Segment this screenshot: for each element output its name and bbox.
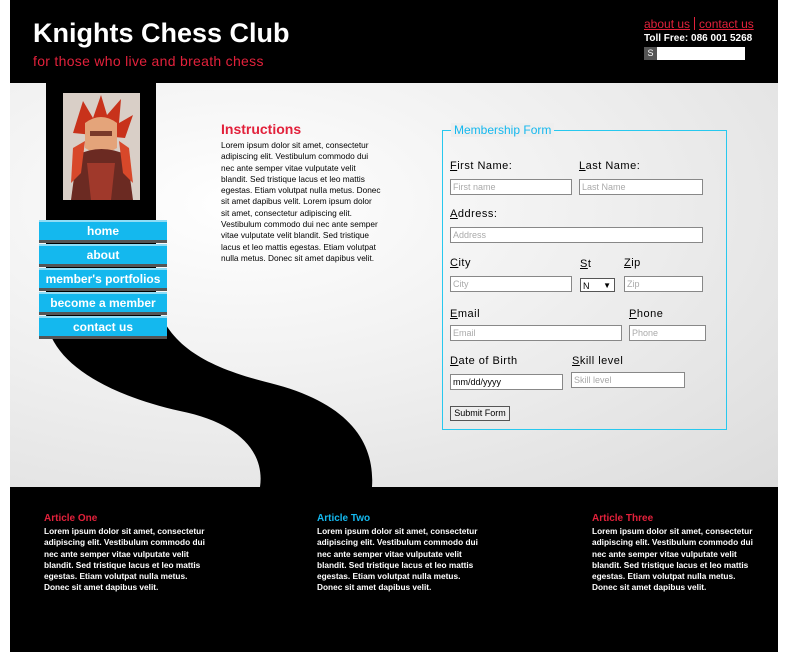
city-label: City [450,257,471,269]
nav-item-contact[interactable]: contact us [39,316,167,339]
article-two: Article Two Lorem ipsum dolor sit amet, … [317,513,482,594]
instructions-title: Instructions [221,121,302,137]
article-body: Lorem ipsum dolor sit amet, consectetur … [317,526,478,593]
state-label: St [580,258,592,270]
skill-level-field[interactable]: Skill level [571,372,685,388]
chevron-down-icon: ▼ [603,281,611,290]
article-title[interactable]: Article Three [592,513,757,524]
skill-level-label: Skill level [572,355,624,367]
state-select[interactable]: N ▼ [580,278,615,292]
avatar-frame [46,83,156,223]
zip-field[interactable]: Zip [624,276,703,292]
about-us-link[interactable]: about us [644,17,690,31]
site-title: Knights Chess Club [33,18,290,48]
article-body: Lorem ipsum dolor sit amet, consectetur … [592,526,753,593]
article-title[interactable]: Article Two [317,513,482,524]
nav-item-portfolios[interactable]: member's portfolios [39,268,167,291]
membership-form: Membership Form First Name: First name L… [442,123,727,430]
address-field[interactable]: Address [450,227,703,243]
toll-free-number: Toll Free: 086 001 5268 [644,33,753,44]
instructions-body: Lorem ipsum dolor sit amet, consectetur … [221,140,381,263]
form-legend: Membership Form [451,123,555,137]
nav-item-become-member[interactable]: become a member [39,292,167,315]
phone-field[interactable]: Phone [629,325,706,341]
search-button[interactable]: S [644,47,657,60]
dob-label: Date of Birth [450,355,518,367]
knight-avatar-image [63,93,140,200]
contact-us-link[interactable]: contact us [699,17,754,31]
article-three: Article Three Lorem ipsum dolor sit amet… [592,513,757,594]
search-input[interactable]: S [644,47,745,60]
last-name-field[interactable]: Last Name [579,179,703,195]
last-name-label: Last Name: [579,160,641,172]
email-field[interactable]: Email [450,325,622,341]
dob-field[interactable]: mm/dd/yyyy [450,374,563,390]
address-label: Address: [450,208,498,220]
footer: Article One Lorem ipsum dolor sit amet, … [10,487,778,652]
top-links: about us contact us [644,17,754,31]
article-title[interactable]: Article One [44,513,209,524]
main-content: home about member's portfolios become a … [10,83,778,487]
tagline: for those who live and breath chess [33,53,264,69]
first-name-label: First Name: [450,160,513,172]
header: Knights Chess Club for those who live an… [10,0,778,83]
city-field[interactable]: City [450,276,572,292]
email-label: Email [450,308,481,320]
main-nav: home about member's portfolios become a … [39,220,167,340]
submit-button[interactable]: Submit Form [450,406,510,421]
article-one: Article One Lorem ipsum dolor sit amet, … [44,513,209,594]
page: Knights Chess Club for those who live an… [10,0,778,652]
nav-item-home[interactable]: home [39,220,167,243]
zip-label: Zip [624,257,641,269]
link-divider [694,17,696,30]
phone-label: Phone [629,308,664,320]
article-body: Lorem ipsum dolor sit amet, consectetur … [44,526,205,593]
first-name-field[interactable]: First name [450,179,572,195]
nav-item-about[interactable]: about [39,244,167,267]
